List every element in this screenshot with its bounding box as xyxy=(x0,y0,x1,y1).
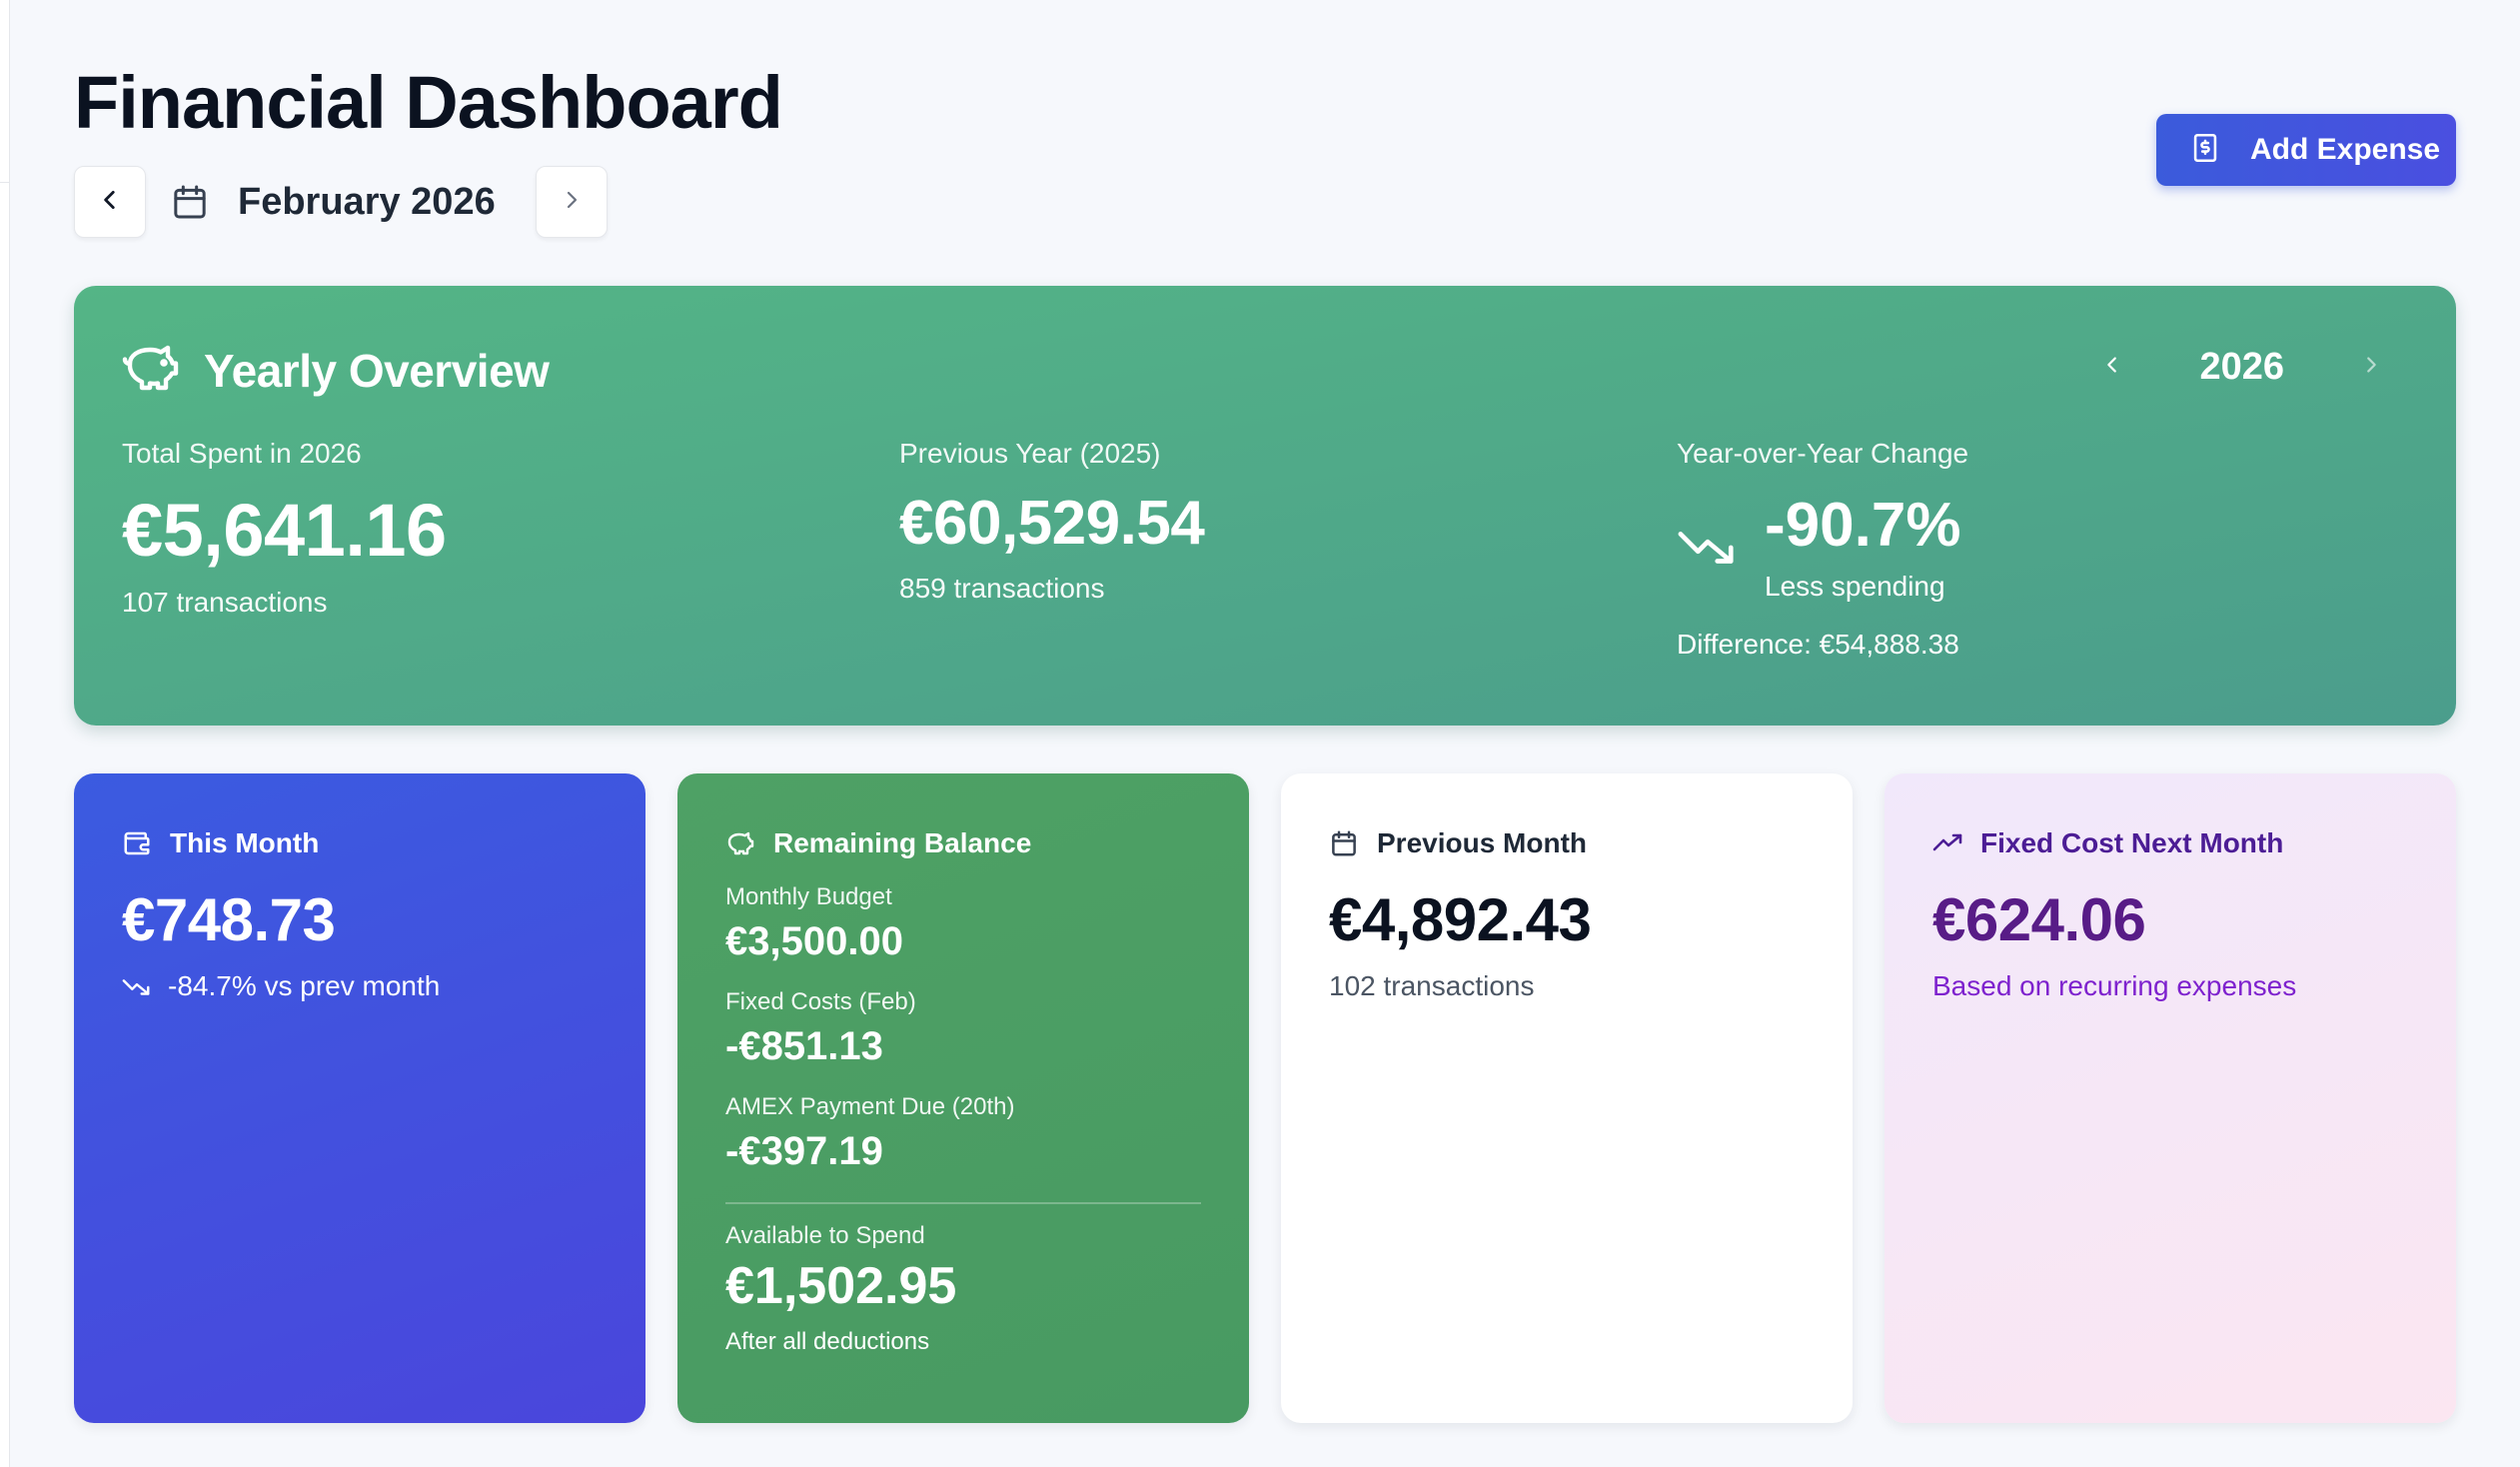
calendar-icon xyxy=(170,181,212,223)
fixed-cost-title: Fixed Cost Next Month xyxy=(1980,827,2284,858)
monthly-budget-amount: €3,500.00 xyxy=(725,919,903,963)
available-label: Available to Spend xyxy=(725,1222,925,1249)
next-month-button[interactable] xyxy=(535,166,608,238)
amex-payment-label: AMEX Payment Due (20th) xyxy=(725,1093,1015,1120)
fixed-costs-label: Fixed Costs (Feb) xyxy=(725,988,916,1015)
total-spent-amount: €5,641.16 xyxy=(122,489,447,572)
receipt-dollar-icon xyxy=(2188,131,2222,170)
this-month-trend-text: -84.7% vs prev month xyxy=(168,970,441,1001)
trending-up-icon xyxy=(1932,827,1964,859)
prev-month-button[interactable] xyxy=(74,166,146,238)
yoy-change-stat: Year-over-Year Change -90.7% Less spendi… xyxy=(1677,438,1968,661)
month-navigator: February 2026 xyxy=(74,166,608,238)
current-year-label: 2026 xyxy=(2199,346,2284,388)
yoy-difference: Difference: €54,888.38 xyxy=(1677,629,1959,660)
piggy-bank-icon xyxy=(122,342,182,399)
divider xyxy=(725,1202,1201,1204)
prev-year-button[interactable] xyxy=(2101,354,2123,381)
calendar-icon xyxy=(1329,827,1361,859)
total-spent-caption: Total Spent in 2026 xyxy=(122,438,362,469)
fixed-costs-amount: -€851.13 xyxy=(725,1024,883,1068)
sidebar-edge xyxy=(0,0,10,1467)
yoy-change-percent: -90.7% xyxy=(1765,491,1961,560)
yearly-overview-title: Yearly Overview xyxy=(204,344,550,397)
fixed-costs-row: Fixed Costs (Feb) -€851.13 xyxy=(725,988,1201,1069)
monthly-budget-row: Monthly Budget €3,500.00 xyxy=(725,883,1201,964)
next-year-button[interactable] xyxy=(2360,354,2382,381)
this-month-trend: -84.7% vs prev month xyxy=(122,970,598,1002)
previous-month-card: Previous Month €4,892.43 102 transaction… xyxy=(1281,773,1853,1423)
previous-month-count: 102 transactions xyxy=(1329,970,1535,1001)
available-amount: €1,502.95 xyxy=(725,1257,957,1315)
remaining-balance-header: Remaining Balance xyxy=(725,827,1201,859)
yearly-overview-header: Yearly Overview xyxy=(122,342,550,399)
remaining-balance-title: Remaining Balance xyxy=(773,827,1032,858)
fixed-cost-header: Fixed Cost Next Month xyxy=(1932,827,2408,859)
total-spent-stat: Total Spent in 2026 €5,641.16 107 transa… xyxy=(122,438,447,619)
this-month-card: This Month €748.73 -84.7% vs prev month xyxy=(74,773,645,1423)
yoy-change-caption: Year-over-Year Change xyxy=(1677,438,1969,469)
page-title: Financial Dashboard xyxy=(74,61,783,144)
this-month-amount: €748.73 xyxy=(122,886,336,953)
previous-month-amount: €4,892.43 xyxy=(1329,886,1592,953)
remaining-balance-card: Remaining Balance Monthly Budget €3,500.… xyxy=(677,773,1249,1423)
year-navigator: 2026 xyxy=(2101,346,2382,389)
previous-month-title: Previous Month xyxy=(1377,827,1588,858)
total-spent-count: 107 transactions xyxy=(122,587,328,618)
fixed-cost-note: Based on recurring expenses xyxy=(1932,970,2297,1001)
trending-down-icon xyxy=(1677,526,1739,571)
monthly-budget-label: Monthly Budget xyxy=(725,883,892,910)
fixed-cost-amount: €624.06 xyxy=(1932,886,2146,953)
yoy-change-note: Less spending xyxy=(1765,571,1945,602)
add-expense-button[interactable]: Add Expense xyxy=(2156,114,2456,186)
fixed-cost-next-month-card: Fixed Cost Next Month €624.06 Based on r… xyxy=(1885,773,2456,1423)
trending-down-icon xyxy=(122,975,152,997)
this-month-title: This Month xyxy=(170,827,320,858)
chevron-right-icon xyxy=(560,188,584,217)
previous-year-caption: Previous Year (2025) xyxy=(899,438,1161,469)
add-expense-label: Add Expense xyxy=(2250,133,2441,166)
previous-year-amount: €60,529.54 xyxy=(899,489,1205,558)
amex-payment-amount: -€397.19 xyxy=(725,1129,883,1173)
previous-year-stat: Previous Year (2025) €60,529.54 859 tran… xyxy=(899,438,1205,605)
piggy-bank-icon xyxy=(725,827,757,859)
this-month-header: This Month xyxy=(122,827,598,859)
yearly-overview-card: Yearly Overview 2026 Total Spent in 2026… xyxy=(74,286,2456,726)
current-month-label: February 2026 xyxy=(238,180,496,223)
previous-year-count: 859 transactions xyxy=(899,573,1105,604)
previous-month-header: Previous Month xyxy=(1329,827,1805,859)
chevron-left-icon xyxy=(97,187,123,218)
available-note: After all deductions xyxy=(725,1328,930,1355)
amex-payment-row: AMEX Payment Due (20th) -€397.19 xyxy=(725,1093,1201,1174)
wallet-icon xyxy=(122,827,154,859)
available-to-spend: Available to Spend €1,502.95 After all d… xyxy=(725,1222,1201,1356)
